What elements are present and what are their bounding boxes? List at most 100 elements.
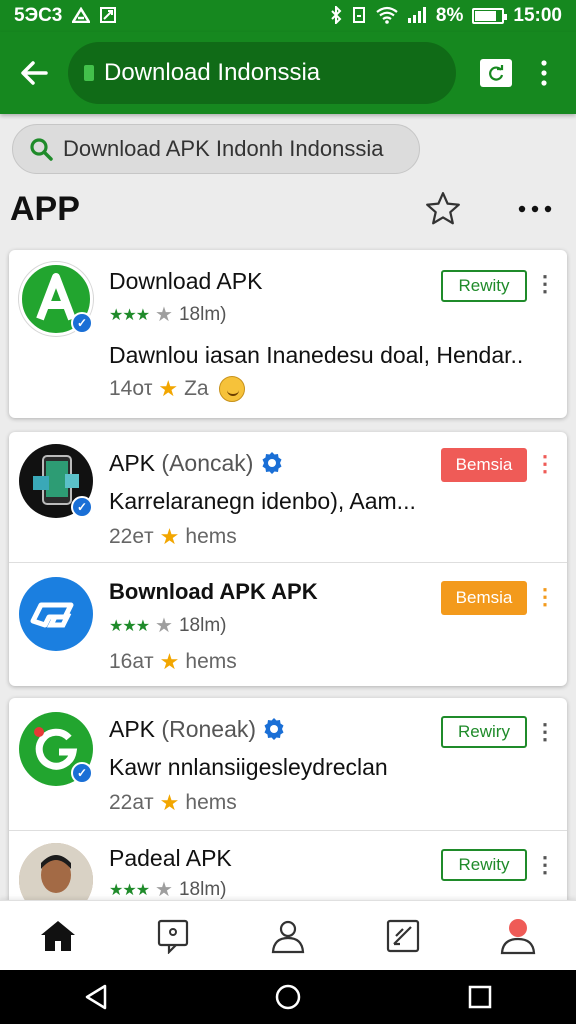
app-list-item[interactable]: ✓ APK (Roneak) Kawr nnlansiigesleydrecla… xyxy=(9,698,567,830)
vibrate-icon xyxy=(351,6,367,27)
app-icon-bownload xyxy=(19,577,93,651)
star-icon: ★ xyxy=(159,790,180,815)
edit-icon xyxy=(387,919,420,952)
app-rating: ★★★ ★ 18lm) xyxy=(109,302,226,327)
bottom-navigation xyxy=(0,900,576,970)
app-title-text: APK xyxy=(109,450,156,476)
meta-count: 16aт xyxy=(109,650,154,673)
nav-edit[interactable] xyxy=(375,908,431,964)
nav-profile[interactable] xyxy=(260,908,316,964)
meta-count: 22eт xyxy=(109,525,154,548)
clock: 15:00 xyxy=(513,5,562,26)
app-meta: 22eт ★ hems xyxy=(109,524,237,550)
battery-level-fill xyxy=(475,11,497,21)
app-rating: ★★★ ★ 18lm) xyxy=(109,877,227,901)
app-title-subtitle: (Aoncak) xyxy=(161,450,254,476)
system-home-button[interactable] xyxy=(263,972,313,1022)
action-button[interactable]: Bemsia xyxy=(441,448,527,482)
app-title: Download APK xyxy=(109,268,263,294)
app-card: ✓ Download APK ★★★ ★ 18lm) Dawnlou iasan… xyxy=(9,250,567,418)
download-notification-icon xyxy=(100,6,117,26)
more-horizontal-icon xyxy=(518,205,552,213)
rating-stars-icon: ★★★ xyxy=(109,306,150,324)
section-title: APP xyxy=(10,190,80,228)
app-bar: Download Indonssia xyxy=(0,32,576,114)
refresh-icon xyxy=(489,65,504,81)
battery-icon xyxy=(472,8,508,24)
app-list-item[interactable]: Bownload APK APK ★★★ ★ 18lm) 16aт ★ hems… xyxy=(9,562,567,686)
rating-count: 18lm) xyxy=(178,303,227,325)
chat-icon xyxy=(157,919,188,954)
app-list-item[interactable]: ✓ Download APK ★★★ ★ 18lm) Dawnlou iasan… xyxy=(9,250,567,418)
rating-stars-icon: ★★★ xyxy=(109,617,150,635)
battery-percent: 8% xyxy=(435,5,464,26)
overflow-menu-button[interactable] xyxy=(532,53,556,93)
star-icon: ★ xyxy=(159,524,180,549)
item-more-button[interactable]: ⋮ xyxy=(534,446,556,482)
app-meta: 22aт ★ hems xyxy=(109,790,237,816)
verified-badge-icon: ✓ xyxy=(71,312,93,334)
nav-home[interactable] xyxy=(30,908,86,964)
app-icon-avatar xyxy=(19,843,93,900)
verified-seal-icon xyxy=(264,718,284,740)
meta-label: hems xyxy=(185,525,237,548)
notification-icon xyxy=(71,6,92,26)
system-navigation-bar xyxy=(0,970,576,1024)
app-title-text: APK xyxy=(109,716,156,742)
app-list-item[interactable]: ✓ APK (Aoncak) Karrelaranegn idenbo), Aa… xyxy=(9,432,567,562)
star-empty-icon: ★ xyxy=(155,615,173,637)
app-card: ✓ APK (Aoncak) Karrelaranegn idenbo), Aa… xyxy=(9,432,567,686)
back-arrow-icon xyxy=(21,61,48,85)
account-icon xyxy=(501,918,536,954)
system-recents-button[interactable] xyxy=(455,972,505,1022)
meta-label: hems xyxy=(185,791,237,814)
review-button[interactable]: Rewity xyxy=(441,270,527,302)
address-bar[interactable]: Download Indonssia xyxy=(68,42,456,104)
app-description: Kawr nnlansiigesleydreclan xyxy=(109,754,388,780)
meta-label: Zа xyxy=(184,377,209,400)
review-button[interactable]: Rewiry xyxy=(441,716,527,748)
section-more-button[interactable] xyxy=(512,194,558,224)
app-meta: 16aт ★ hems xyxy=(109,649,237,675)
verified-badge-icon: ✓ xyxy=(71,762,93,784)
app-title: APK (Roneak) xyxy=(109,716,286,743)
favorite-button[interactable] xyxy=(420,186,466,232)
item-more-button[interactable]: ⋮ xyxy=(534,266,556,302)
status-bar: 5ЭC3 8% 15:00 xyxy=(0,0,576,32)
item-more-button[interactable]: ⋮ xyxy=(534,847,556,883)
refresh-button[interactable] xyxy=(480,59,512,87)
app-card: ✓ APK (Roneak) Kawr nnlansiigesleydrecla… xyxy=(9,698,567,900)
back-button[interactable] xyxy=(12,51,56,95)
app-title-subtitle: (Roneak) xyxy=(161,716,257,742)
action-button[interactable]: Bemsia xyxy=(441,581,527,615)
app-title: Padeal APK xyxy=(109,845,232,871)
star-empty-icon: ★ xyxy=(155,304,173,326)
circle-home-icon xyxy=(275,984,301,1010)
triangle-back-icon xyxy=(85,984,107,1010)
profile-icon xyxy=(271,920,305,953)
item-more-button[interactable]: ⋮ xyxy=(534,714,556,750)
rating-stars-icon: ★★★ xyxy=(109,881,150,899)
app-rating: ★★★ ★ 18lm) xyxy=(109,613,226,638)
carrier-label: 5ЭC3 xyxy=(14,5,63,26)
square-recents-icon xyxy=(468,985,492,1009)
lock-icon xyxy=(84,65,94,81)
meta-label: hems xyxy=(185,650,237,673)
nav-chat[interactable] xyxy=(145,908,201,964)
bluetooth-icon xyxy=(330,4,342,27)
app-title: APK (Aoncak) xyxy=(109,450,284,477)
item-more-button[interactable]: ⋮ xyxy=(534,579,556,615)
nav-account[interactable] xyxy=(490,908,546,964)
app-description: Dawnlou iasan Inanedesu doal, Hendar.. xyxy=(109,342,524,368)
rating-count: 18lm) xyxy=(178,878,227,900)
system-back-button[interactable] xyxy=(71,972,121,1022)
meta-count: 22aт xyxy=(109,791,154,814)
review-button[interactable]: Rewity xyxy=(441,849,527,881)
wifi-icon xyxy=(376,6,398,27)
meta-count: 14оτ xyxy=(109,377,153,400)
app-list-item[interactable]: Padeal APK ★★★ ★ 18lm) Rewity ⋮ xyxy=(9,830,567,900)
search-input[interactable]: Download APK Indonh Indonssia xyxy=(12,124,420,174)
app-meta: 14оτ ★ Zа xyxy=(109,376,245,402)
more-vertical-icon xyxy=(541,60,547,86)
search-input-text: Download APK Indonh Indonssia xyxy=(63,136,384,161)
